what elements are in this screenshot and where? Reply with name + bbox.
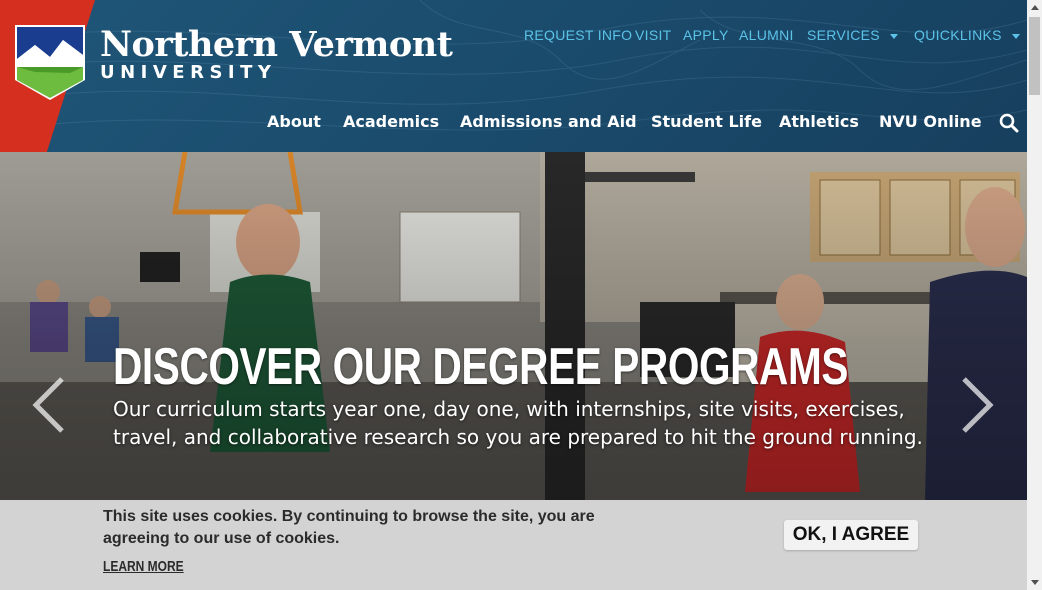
util-link-request-info[interactable]: REQUEST INFO [524, 27, 632, 43]
scroll-up-arrow-icon[interactable] [1027, 0, 1042, 15]
main-nav: About Academics Admissions and Aid Stude… [0, 112, 1042, 134]
services-label: SERVICES [807, 27, 880, 43]
cookie-banner: This site uses cookies. By continuing to… [0, 500, 1027, 590]
util-link-alumni[interactable]: ALUMNI [739, 27, 794, 43]
nav-about[interactable]: About [267, 112, 321, 131]
cookie-agree-button[interactable]: OK, I AGREE [784, 520, 918, 550]
hero-description: Our curriculum starts year one, day one,… [113, 397, 923, 449]
caret-down-icon [1011, 33, 1020, 39]
chevron-right-icon[interactable] [960, 375, 996, 435]
hero-title: DISCOVER OUR DEGREE PROGRAMS [113, 338, 849, 396]
quicklinks-label: QUICKLINKS [914, 27, 1002, 43]
scroll-down-arrow-icon[interactable] [1027, 575, 1042, 590]
nav-student-life[interactable]: Student Life [651, 112, 762, 131]
nav-admissions-and-aid[interactable]: Admissions and Aid [460, 112, 637, 131]
nav-athletics[interactable]: Athletics [779, 112, 859, 131]
util-dropdown-quicklinks[interactable]: QUICKLINKS [914, 27, 1020, 43]
util-link-apply[interactable]: APPLY [683, 27, 729, 43]
hero-carousel: DISCOVER OUR DEGREE PROGRAMS Our curricu… [0, 152, 1027, 500]
util-dropdown-services[interactable]: SERVICES [807, 27, 898, 43]
caret-down-icon [889, 33, 898, 39]
search-icon[interactable] [999, 113, 1019, 133]
learn-more-link[interactable]: LEARN MORE [103, 558, 184, 575]
nav-academics[interactable]: Academics [343, 112, 439, 131]
nav-nvu-online[interactable]: NVU Online [879, 112, 982, 131]
util-link-visit[interactable]: VISIT [635, 27, 672, 43]
utility-nav: REQUEST INFO VISIT APPLY ALUMNI SERVICES… [0, 27, 1042, 47]
cookie-message: This site uses cookies. By continuing to… [103, 508, 595, 547]
chevron-left-icon[interactable] [30, 375, 66, 435]
vertical-scrollbar[interactable] [1027, 0, 1042, 590]
